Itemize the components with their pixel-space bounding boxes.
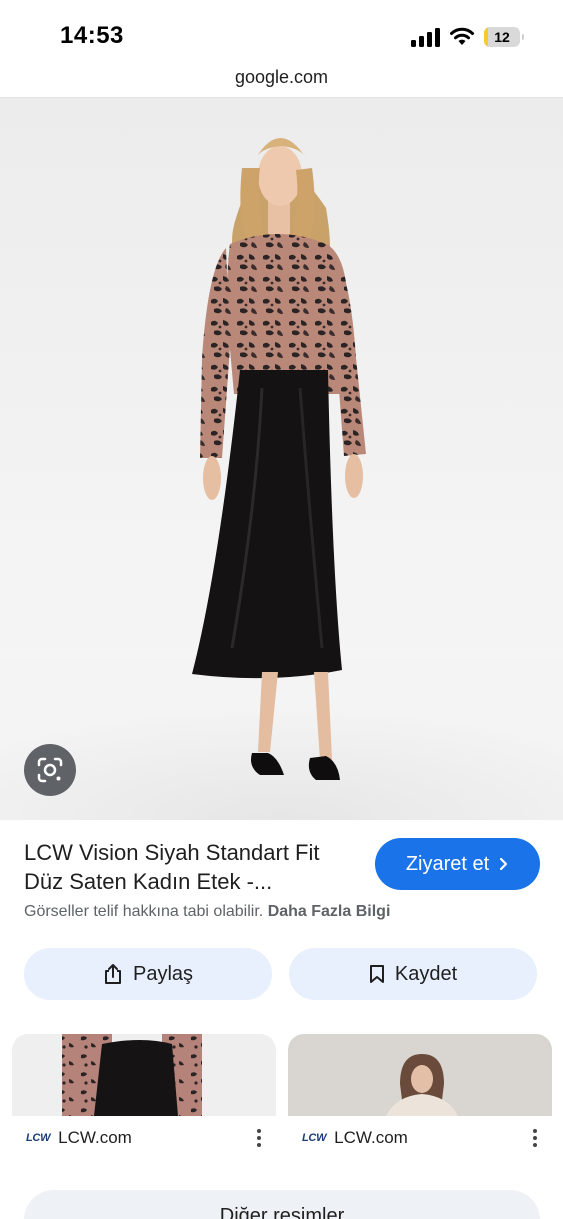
visit-button[interactable]: Ziyaret et	[375, 838, 540, 890]
related-card[interactable]: LCW LCW.com	[12, 1034, 276, 1164]
lcw-logo-icon: LCW	[26, 1132, 51, 1144]
related-card[interactable]: LCW LCW.com	[288, 1034, 552, 1164]
share-icon	[104, 964, 121, 984]
save-label: Kaydet	[394, 962, 458, 985]
result-title[interactable]: LCW Vision Siyah Standart Fit Düz Saten …	[24, 838, 364, 896]
model-illustration	[0, 138, 563, 820]
battery-percent: 12	[494, 29, 510, 45]
chevron-right-icon	[500, 857, 508, 871]
battery-icon: 12	[484, 27, 524, 47]
more-options-icon[interactable]	[532, 1128, 538, 1148]
related-source[interactable]: LCW LCW.com	[302, 1128, 408, 1148]
product-image[interactable]	[0, 98, 563, 820]
lcw-logo-icon: LCW	[302, 1132, 327, 1144]
save-button[interactable]: Kaydet	[289, 948, 537, 1000]
share-button[interactable]: Paylaş	[24, 948, 272, 1000]
lens-search-button[interactable]	[24, 744, 76, 796]
more-images-button[interactable]: Diğer resimler	[24, 1190, 540, 1219]
status-time: 14:53	[60, 22, 124, 49]
more-options-icon[interactable]	[256, 1128, 262, 1148]
url-bar[interactable]: google.com	[0, 62, 563, 98]
copyright-notice: Görseller telif hakkına tabi olabilir. D…	[24, 903, 390, 921]
copyright-text: Görseller telif hakkına tabi olabilir.	[24, 903, 264, 920]
signal-icon	[411, 28, 440, 47]
share-label: Paylaş	[132, 962, 194, 985]
related-image[interactable]	[12, 1034, 276, 1116]
source-name: LCW.com	[58, 1128, 132, 1147]
more-images-label: Diğer resimler	[219, 1205, 345, 1219]
status-bar: 14:53 12	[0, 0, 563, 62]
related-image[interactable]	[288, 1034, 552, 1116]
wifi-icon	[450, 27, 474, 45]
google-lens-icon	[37, 757, 63, 783]
more-info-link[interactable]: Daha Fazla Bilgi	[268, 903, 391, 920]
bookmark-icon	[369, 965, 384, 983]
source-name: LCW.com	[334, 1128, 408, 1147]
visit-label: Ziyaret et	[405, 852, 490, 875]
related-source[interactable]: LCW LCW.com	[26, 1128, 132, 1148]
